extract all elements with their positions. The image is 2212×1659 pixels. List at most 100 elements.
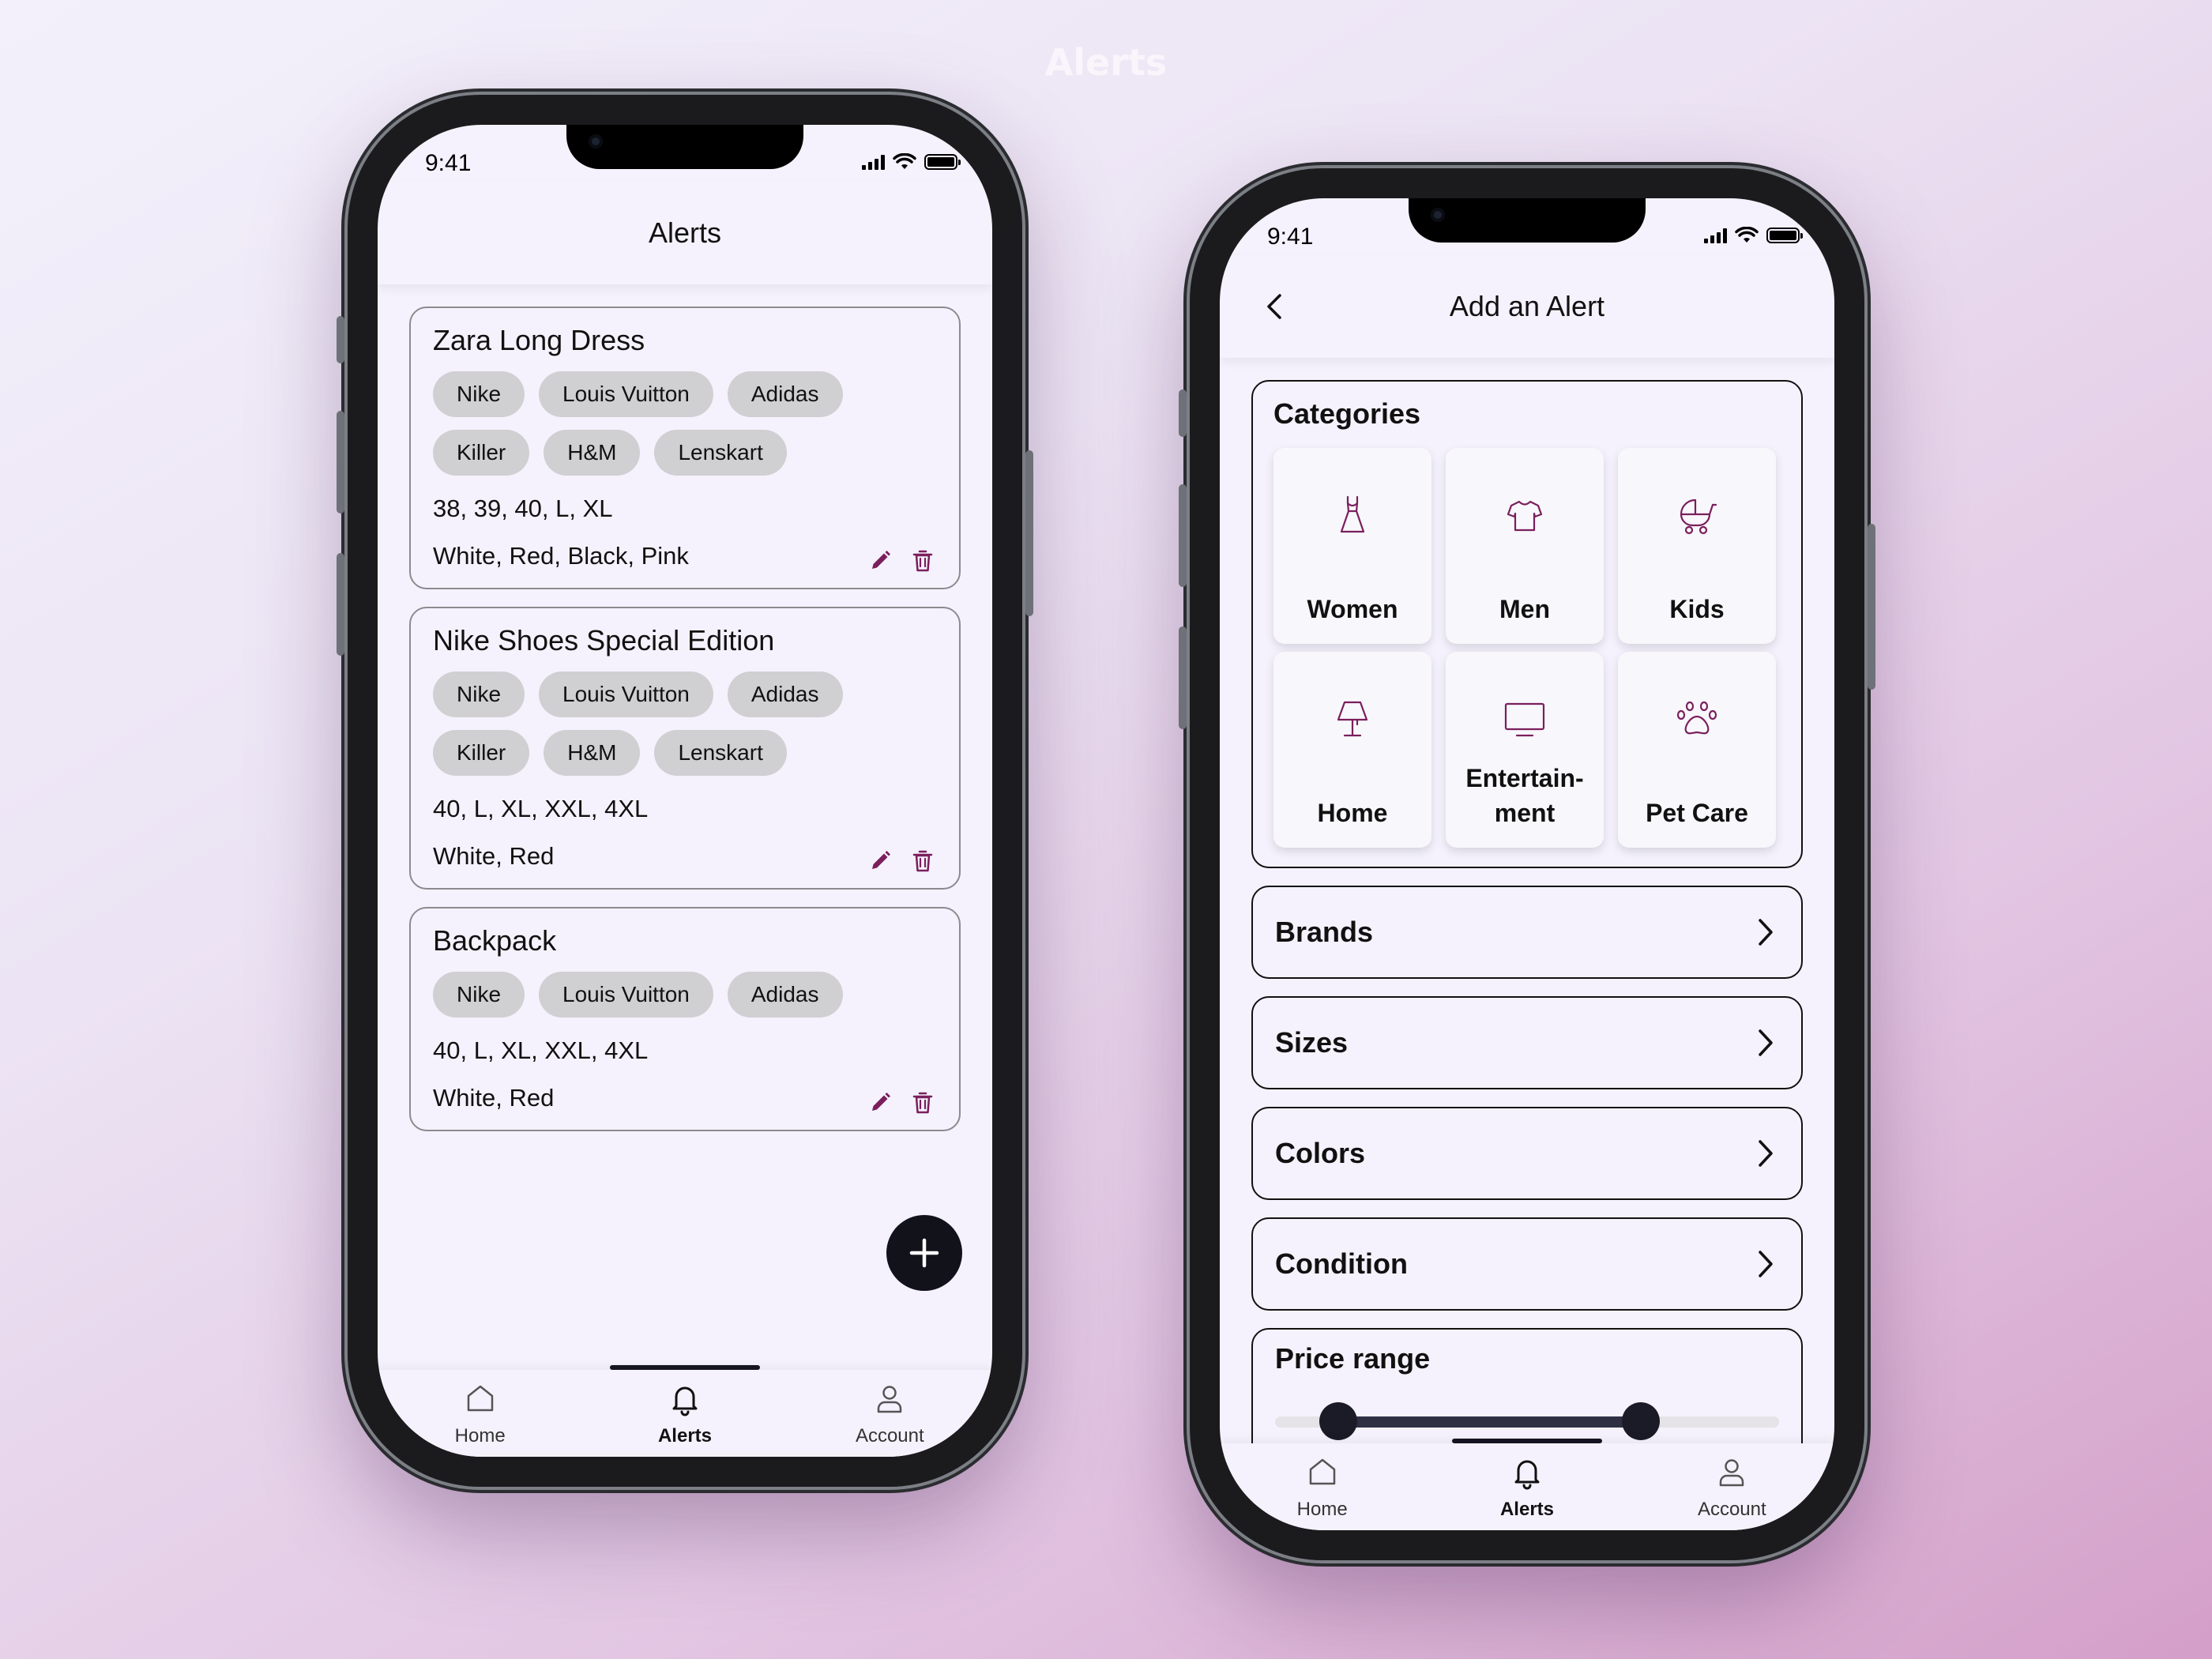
alerts-screen: 9:41 Alerts Zara Long Dress Nike Louis Vui… <box>378 125 992 1457</box>
alert-card[interactable]: Zara Long Dress Nike Louis Vuitton Adidas Ki… <box>409 307 961 589</box>
page-title: Alerts <box>648 216 722 249</box>
category-tile[interactable]: Kids <box>1618 448 1776 644</box>
brand-chip: Louis Vuitton <box>539 371 713 417</box>
nav-label: Alerts <box>657 1425 712 1446</box>
delete-button[interactable] <box>910 848 935 874</box>
brand-chip: Lenskart <box>654 430 787 476</box>
stroller-icon <box>1675 494 1719 541</box>
alert-card[interactable]: Backpack Nike Louis Vuitton Adidas 40, L, XL… <box>409 907 961 1131</box>
alert-colors: White, Red <box>433 842 555 870</box>
price-range-slider[interactable] <box>1275 1402 1779 1440</box>
pencil-icon <box>872 551 890 569</box>
nav-label: Alerts <box>1499 1499 1554 1520</box>
brand-chip: Louis Vuitton <box>539 672 713 717</box>
category-tile[interactable]: Pet Care <box>1618 652 1776 848</box>
category-tile[interactable]: Home <box>1273 652 1431 848</box>
filter-row-label: Condition <box>1275 1247 1408 1280</box>
home-icon <box>462 1381 498 1420</box>
battery-icon <box>1766 228 1803 243</box>
edit-button[interactable] <box>867 548 893 574</box>
nav-item-alerts[interactable]: Alerts <box>582 1370 787 1457</box>
category-label: Entertain- ment <box>1465 764 1584 827</box>
battery-icon <box>924 154 961 170</box>
nav-item-account[interactable]: Account <box>1630 1443 1834 1530</box>
nav-item-home[interactable]: Home <box>1220 1443 1424 1530</box>
edit-button[interactable] <box>867 1090 893 1115</box>
brand-chip: Adidas <box>727 672 843 717</box>
brand-chip: Louis Vuitton <box>539 972 713 1018</box>
nav-label: Home <box>1296 1499 1348 1520</box>
status-icons <box>1704 227 1803 244</box>
brand-chip: Nike <box>433 972 525 1018</box>
category-tile[interactable]: Entertain- ment <box>1446 652 1604 848</box>
tshirt-icon <box>1503 494 1547 541</box>
brand-chip: Killer <box>433 730 530 776</box>
chevron-right-icon <box>1752 916 1779 948</box>
chevron-right-icon <box>1752 1138 1779 1169</box>
filter-row-brands[interactable]: Brands <box>1251 886 1803 979</box>
category-tile[interactable]: Women <box>1273 448 1431 644</box>
delete-button[interactable] <box>910 548 935 574</box>
filter-row-label: Colors <box>1275 1137 1366 1169</box>
price-range-title: Price range <box>1275 1342 1431 1375</box>
brand-chips: Nike Louis Vuitton Adidas Killer H&M Lenskart <box>433 672 937 776</box>
add-alert-button[interactable] <box>886 1215 962 1291</box>
paw-icon <box>1675 698 1719 745</box>
brand-chip: Adidas <box>727 972 843 1018</box>
filter-row-sizes[interactable]: Sizes <box>1251 996 1803 1089</box>
alert-card-title: Zara Long Dress <box>433 324 645 356</box>
filter-row-colors[interactable]: Colors <box>1251 1107 1803 1200</box>
price-range-fill <box>1337 1416 1641 1428</box>
lamp-icon <box>1330 698 1375 745</box>
alert-colors: White, Red <box>433 1084 555 1112</box>
category-label: Home <box>1317 799 1388 827</box>
brand-chip: H&M <box>544 430 641 476</box>
trash-icon <box>912 850 933 872</box>
notch <box>566 125 803 169</box>
brand-chip: Adidas <box>727 371 843 417</box>
filter-row-condition[interactable]: Condition <box>1251 1217 1803 1311</box>
wifi-icon <box>893 153 916 169</box>
nav-item-account[interactable]: Account <box>788 1370 992 1457</box>
price-max-handle[interactable] <box>1621 1402 1660 1440</box>
status-time: 9:41 <box>1267 224 1314 250</box>
delete-button[interactable] <box>910 1090 935 1115</box>
signal-icon <box>1704 228 1727 243</box>
nav-item-home[interactable]: Home <box>378 1370 582 1457</box>
card-actions <box>867 548 935 574</box>
category-label: Kids <box>1669 595 1725 623</box>
trash-icon <box>912 550 933 572</box>
categories-title: Categories <box>1273 397 1421 430</box>
back-button[interactable] <box>1259 291 1291 322</box>
bottom-nav: Home Alerts Account <box>1220 1443 1834 1530</box>
brand-chip: Killer <box>433 430 530 476</box>
category-label: Women <box>1307 595 1398 623</box>
add-alert-screen: 9:41 Add an Alert Categories Women Men Kid… <box>1220 198 1834 1530</box>
nav-label: Account <box>1697 1499 1766 1520</box>
user-icon <box>1714 1454 1750 1494</box>
filter-rows: Brands Sizes Colors Condition <box>1251 886 1803 1311</box>
price-min-handle[interactable] <box>1319 1402 1357 1440</box>
category-label: Pet Care <box>1646 799 1748 827</box>
nav-label: Account <box>855 1425 924 1446</box>
pencil-icon <box>872 1093 890 1111</box>
monitor-icon <box>1503 698 1547 745</box>
brand-chip: Nike <box>433 672 525 717</box>
brand-chip: H&M <box>544 730 641 776</box>
edit-button[interactable] <box>867 848 893 874</box>
alert-list: Zara Long Dress Nike Louis Vuitton Adidas Ki… <box>409 307 961 1149</box>
page-caption: Alerts <box>1044 41 1168 84</box>
brand-chip: Lenskart <box>654 730 787 776</box>
category-tile[interactable]: Men <box>1446 448 1604 644</box>
alert-card[interactable]: Nike Shoes Special Edition Nike Louis Vuit… <box>409 607 961 890</box>
plus-icon <box>909 1238 939 1268</box>
signal-icon <box>862 154 885 170</box>
chevron-left-icon <box>1267 294 1281 319</box>
nav-item-alerts[interactable]: Alerts <box>1424 1443 1629 1530</box>
filter-row-label: Brands <box>1275 916 1374 948</box>
brand-chips: Nike Louis Vuitton Adidas <box>433 972 937 1018</box>
dress-icon <box>1330 494 1375 541</box>
phone-alerts: 9:41 Alerts Zara Long Dress Nike Louis Vui… <box>337 95 1033 1487</box>
user-icon <box>871 1381 908 1420</box>
alert-sizes: 40, L, XL, XXL, 4XL <box>433 1036 649 1064</box>
